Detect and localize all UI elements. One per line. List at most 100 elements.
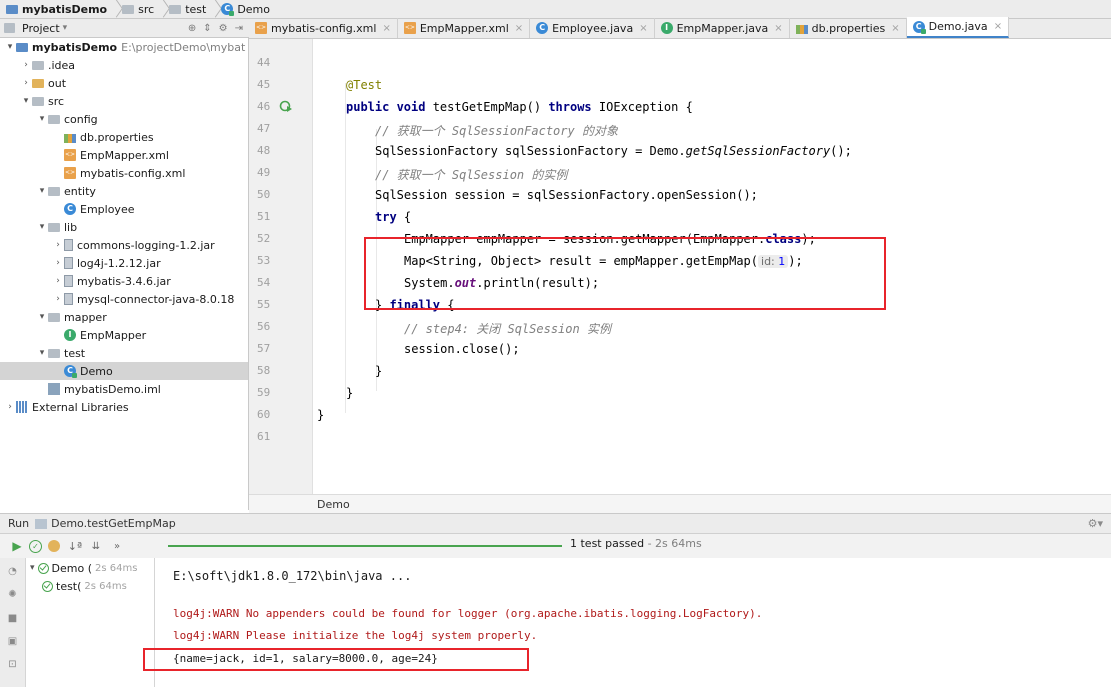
locate-icon[interactable]: ⊕: [188, 23, 196, 34]
indent-guide: [345, 83, 346, 413]
project-tree-item[interactable]: ▾ test: [0, 344, 248, 362]
chevron-right-icon[interactable]: ›: [52, 258, 64, 268]
show-ignored-icon[interactable]: [45, 537, 63, 555]
more-icon[interactable]: »: [108, 537, 126, 555]
editor-tab[interactable]: I EmpMapper.java ×: [655, 18, 790, 38]
close-icon[interactable]: ×: [774, 23, 782, 34]
breadcrumb-project[interactable]: mybatisDemo: [3, 0, 111, 19]
code-text: }: [346, 386, 354, 400]
project-tree-item[interactable]: EmpMapper.xml: [0, 146, 248, 164]
project-tree-item[interactable]: › External Libraries: [0, 398, 248, 416]
test-progress-bar: [168, 545, 562, 547]
project-tree-item[interactable]: ▾ lib: [0, 218, 248, 236]
editor-tab[interactable]: EmpMapper.xml ×: [398, 18, 531, 38]
editor-tab[interactable]: mybatis-config.xml ×: [249, 18, 398, 38]
project-tree-item[interactable]: › mysql-connector-java-8.0.18: [0, 290, 248, 308]
jar-icon: [64, 275, 73, 287]
editor-footer-breadcrumb[interactable]: Demo: [249, 494, 1111, 513]
test-status-time: - 2s 64ms: [647, 537, 702, 550]
code-text: .println(result);: [476, 276, 600, 290]
run-test-gutter-icon[interactable]: [279, 99, 293, 113]
project-tree-item[interactable]: C Demo: [0, 362, 248, 380]
breadcrumb-src[interactable]: src: [119, 0, 158, 19]
show-passed-icon[interactable]: ✓: [29, 539, 42, 553]
editor-tab[interactable]: C Demo.java ×: [906, 17, 1010, 38]
project-panel-tools: ⊕ ⇕ ⚙ ⇥: [188, 23, 249, 34]
project-tree-item[interactable]: › .idea: [0, 56, 248, 74]
close-icon[interactable]: ×: [639, 23, 647, 34]
chevron-down-icon[interactable]: ▾: [4, 42, 16, 52]
breadcrumb-test[interactable]: test: [166, 0, 210, 19]
hide-icon[interactable]: ⇥: [235, 23, 243, 34]
chevron-right-icon[interactable]: ›: [20, 60, 32, 70]
chevron-down-icon[interactable]: ▾: [36, 348, 48, 358]
chevron-down-icon: ▾: [30, 563, 35, 573]
line-number: 58: [257, 364, 271, 377]
test-tree-method[interactable]: test( 2s 64ms: [42, 578, 127, 594]
code-area[interactable]: @Test public void testGetEmpMap() throws…: [313, 39, 1111, 513]
chevron-right-icon[interactable]: ›: [4, 402, 16, 412]
chevron-down-icon[interactable]: ▾: [36, 222, 48, 232]
bug-icon[interactable]: ✺: [6, 589, 19, 602]
code-line-50: SqlSession session = sqlSessionFactory.o…: [375, 188, 758, 210]
camera-icon[interactable]: ▣: [6, 636, 19, 649]
gear-icon[interactable]: ⚙▾: [1088, 517, 1103, 530]
editor-tab[interactable]: db.properties ×: [790, 18, 907, 38]
pause-icon[interactable]: ■: [6, 613, 19, 626]
close-icon[interactable]: ×: [891, 23, 899, 34]
console-warn-line: log4j:WARN Please initialize the log4j s…: [173, 629, 538, 642]
project-tree-item[interactable]: › mybatis-3.4.6.jar: [0, 272, 248, 290]
test-status-label: 1 test passed: [570, 537, 645, 550]
close-icon[interactable]: ×: [994, 21, 1002, 32]
line-number: 49: [257, 166, 271, 179]
project-tree-item[interactable]: I EmpMapper: [0, 326, 248, 344]
chevron-right-icon[interactable]: ›: [20, 78, 32, 88]
parameter-hint-name: id:: [761, 255, 775, 268]
project-tree-item[interactable]: › out: [0, 74, 248, 92]
folder-icon: [32, 60, 44, 70]
rerun-icon[interactable]: ▶: [8, 537, 26, 555]
collapse-all-icon[interactable]: ⇕: [203, 23, 211, 34]
settings-icon[interactable]: ⊡: [6, 659, 19, 672]
chevron-down-icon[interactable]: ▾: [20, 96, 32, 106]
code-editor[interactable]: 44 45 46 47 48 49 50 51 52 53 54 55 56 57 58 59 60 61 @Te…: [249, 39, 1111, 513]
project-tree-item[interactable]: C Employee: [0, 200, 248, 218]
tab-label: mybatis-config.xml: [271, 21, 377, 35]
libraries-icon: [16, 401, 28, 413]
project-tree-item[interactable]: ▾ mybatisDemo E:\projectDemo\mybat: [0, 38, 248, 56]
chevron-right-icon[interactable]: ›: [52, 276, 64, 286]
gear-icon[interactable]: ⚙: [219, 23, 228, 34]
project-tree-item[interactable]: mybatisDemo.iml: [0, 380, 248, 398]
editor-tab[interactable]: C Employee.java ×: [530, 18, 655, 38]
chevron-right-icon[interactable]: ›: [52, 294, 64, 304]
code-text: );: [801, 232, 816, 246]
project-panel-title[interactable]: Project: [22, 22, 60, 35]
project-tree-item[interactable]: db.properties: [0, 128, 248, 146]
code-line-48: SqlSessionFactory sqlSessionFactory = De…: [375, 144, 852, 166]
chevron-right-icon[interactable]: ›: [52, 240, 64, 250]
code-line-58: }: [375, 364, 382, 386]
run-config-name[interactable]: Demo.testGetEmpMap: [51, 517, 176, 530]
project-tree-item[interactable]: › commons-logging-1.2.jar: [0, 236, 248, 254]
project-tree-item[interactable]: ▾ entity: [0, 182, 248, 200]
test-tree-root[interactable]: ▾ Demo ( 2s 64ms: [30, 560, 137, 576]
stop-icon[interactable]: ◔: [6, 566, 19, 579]
project-folder-icon: [6, 4, 18, 14]
chevron-down-icon[interactable]: ▾: [36, 312, 48, 322]
sort-alpha-icon[interactable]: ↓ª: [66, 537, 84, 555]
breadcrumb-demo[interactable]: C Demo: [218, 0, 274, 19]
chevron-down-icon[interactable]: ▾: [63, 23, 68, 33]
chevron-down-icon[interactable]: ▾: [36, 114, 48, 124]
project-tree: ▾ mybatisDemo E:\projectDemo\mybat › .idea › o…: [0, 38, 249, 510]
chevron-down-icon[interactable]: ▾: [36, 186, 48, 196]
project-tree-item[interactable]: ▾ mapper: [0, 308, 248, 326]
test-time: 2s 64ms: [84, 580, 127, 592]
project-tree-item[interactable]: mybatis-config.xml: [0, 164, 248, 182]
project-tree-item[interactable]: ▾ config: [0, 110, 248, 128]
sort-duration-icon[interactable]: ⇊: [87, 537, 105, 555]
close-icon[interactable]: ×: [515, 23, 523, 34]
project-tree-item[interactable]: ▾ src: [0, 92, 248, 110]
project-tree-item[interactable]: › log4j-1.2.12.jar: [0, 254, 248, 272]
run-console[interactable]: E:\soft\jdk1.8.0_172\bin\java ... log4j:…: [156, 558, 1111, 687]
close-icon[interactable]: ×: [382, 23, 390, 34]
